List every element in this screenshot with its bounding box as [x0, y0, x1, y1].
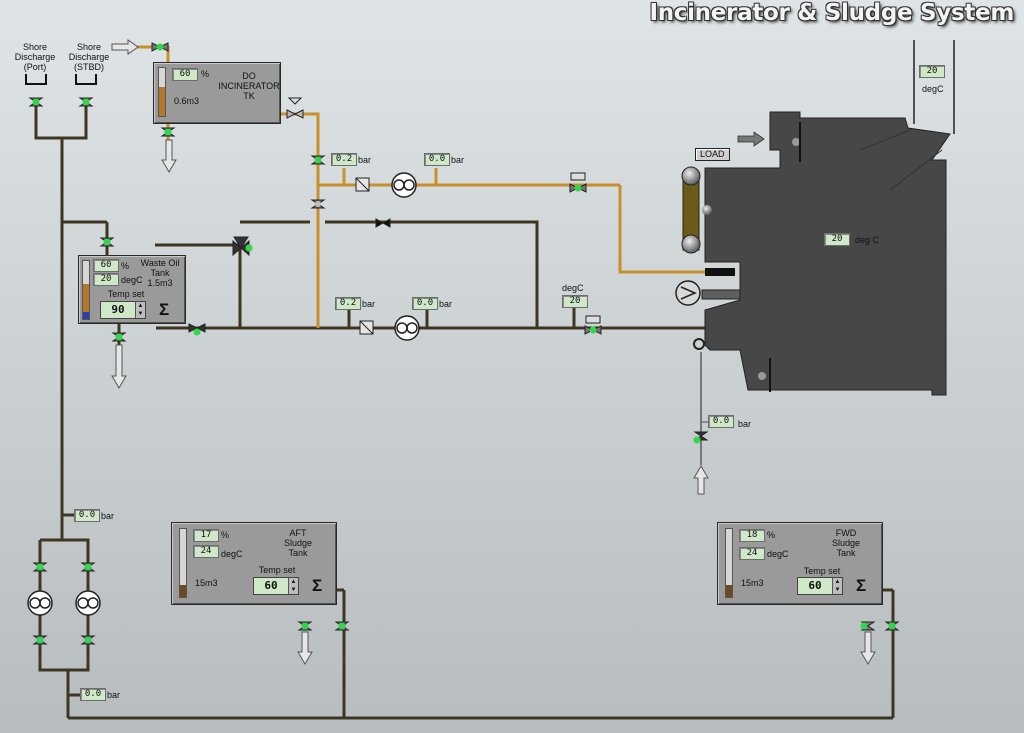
sludge-line-temp-readout: 20 — [562, 295, 588, 308]
waste-oil-level-fill — [83, 284, 89, 319]
waste-oil-temp-readout: 20 — [93, 273, 119, 286]
heater-sigma-icon[interactable]: Σ — [856, 577, 866, 594]
spin-up-icon[interactable]: ▲ — [833, 578, 842, 586]
bar-unit: bar — [107, 690, 121, 700]
degc-unit: degC — [767, 549, 789, 559]
pct-unit: % — [221, 530, 230, 540]
temp-set-label: Temp set — [258, 565, 296, 575]
shore-discharge-funnels — [25, 74, 97, 85]
incinerator-temp-unit: deg C — [855, 235, 880, 245]
air-pressure-readout: 0.0 — [708, 415, 734, 428]
waste-oil-temp-set-stepper[interactable]: 90 ▲ ▼ — [100, 301, 146, 319]
aft-sludge-temp-set-stepper[interactable]: 60 ▲ ▼ — [253, 577, 299, 595]
spin-down-icon[interactable]: ▼ — [833, 586, 842, 594]
fwd-sludge-temp-readout: 24 — [739, 547, 765, 560]
aft-sludge-temp-readout: 24 — [193, 545, 219, 558]
waste-oil-tank[interactable]: 60 % 20 degC Waste Oil Tank 1.5m3 Temp s… — [78, 255, 186, 324]
spin-down-icon[interactable]: ▼ — [136, 310, 145, 318]
do-incinerator-tank[interactable]: 60 % DO INCINERATOR TK 0.6m3 — [153, 62, 281, 124]
aft-sludge-level-bar — [179, 528, 187, 598]
fwd-sludge-volume: 15m3 — [741, 578, 764, 588]
do-tank-volume: 0.6m3 — [174, 96, 200, 106]
fwd-sludge-level-bar — [725, 528, 733, 598]
transfer-pump-suction-pressure: 0.0 — [80, 688, 106, 701]
bar-unit: bar — [101, 511, 115, 521]
do-tank-level-bar — [158, 67, 166, 117]
shore-discharge-port-label: Shore Discharge (Port) — [14, 42, 56, 72]
fwd-sludge-level-readout: 18 — [739, 529, 765, 542]
heater-sigma-icon[interactable]: Σ — [159, 301, 169, 318]
sludge-pump-discharge-pressure: 0.0 — [412, 297, 438, 310]
waste-oil-temp-set-value[interactable]: 90 — [101, 302, 135, 318]
shore-discharge-stbd-label: Shore Discharge (STBD) — [68, 42, 110, 72]
do-pump-suction-pressure: 0.2 — [331, 153, 357, 166]
fwd-sludge-temp-set-value[interactable]: 60 — [798, 578, 832, 594]
fwd-sludge-temp-set-stepper[interactable]: 60 ▲ ▼ — [797, 577, 843, 595]
sludge-line-temp-label: degC — [562, 283, 584, 293]
fwd-sludge-tank-name: FWD Sludge Tank — [831, 528, 861, 558]
spin-up-icon[interactable]: ▲ — [289, 578, 298, 586]
transfer-pump-discharge-pressure: 0.0 — [74, 509, 100, 522]
waste-oil-level-readout: 60 — [93, 259, 119, 272]
do-tank-name: DO INCINERATOR TK — [218, 71, 280, 101]
aft-sludge-tank[interactable]: 17 % 24 degC AFT Sludge Tank 15m3 Temp s… — [171, 522, 337, 605]
waste-oil-tank-name: Waste Oil Tank 1.5m3 — [140, 258, 180, 288]
spin-down-icon[interactable]: ▼ — [289, 586, 298, 594]
heater-sigma-icon[interactable]: Σ — [312, 577, 322, 594]
pct-unit: % — [767, 530, 776, 540]
aft-sludge-level-readout: 17 — [193, 529, 219, 542]
degc-unit: degC — [221, 549, 243, 559]
pct-unit: % — [201, 69, 210, 79]
pct-unit: % — [121, 261, 130, 271]
aft-sludge-tank-name: AFT Sludge Tank — [283, 528, 313, 558]
page-title: Incinerator & Sludge System — [649, 0, 1014, 26]
fwd-sludge-level-fill — [726, 584, 732, 597]
do-tank-level-readout: 60 — [172, 68, 198, 81]
bar-unit: bar — [358, 155, 372, 165]
bar-unit: bar — [362, 299, 376, 309]
waste-oil-level-bar — [82, 260, 90, 320]
filters — [355, 177, 374, 335]
aft-sludge-level-fill — [180, 585, 186, 597]
aft-sludge-volume: 15m3 — [195, 578, 218, 588]
exhaust-temp-readout: 20 — [919, 65, 945, 78]
do-tank-level-fill — [159, 87, 165, 116]
temp-set-label: Temp set — [803, 566, 841, 576]
exhaust-temp-unit: degC — [922, 84, 944, 94]
bar-unit: bar — [738, 419, 752, 429]
load-button[interactable]: LOAD — [695, 148, 730, 161]
bar-unit: bar — [451, 155, 465, 165]
sludge-pump-suction-pressure: 0.2 — [335, 297, 361, 310]
temp-set-label: Temp set — [107, 289, 145, 299]
fwd-sludge-tank[interactable]: 18 % 24 degC FWD Sludge Tank 15m3 Temp s… — [717, 522, 883, 605]
bar-unit: bar — [439, 299, 453, 309]
aft-sludge-temp-set-value[interactable]: 60 — [254, 578, 288, 594]
do-pump-discharge-pressure: 0.0 — [424, 153, 450, 166]
incinerator-temp-readout: 20 — [824, 233, 850, 246]
spin-up-icon[interactable]: ▲ — [136, 302, 145, 310]
